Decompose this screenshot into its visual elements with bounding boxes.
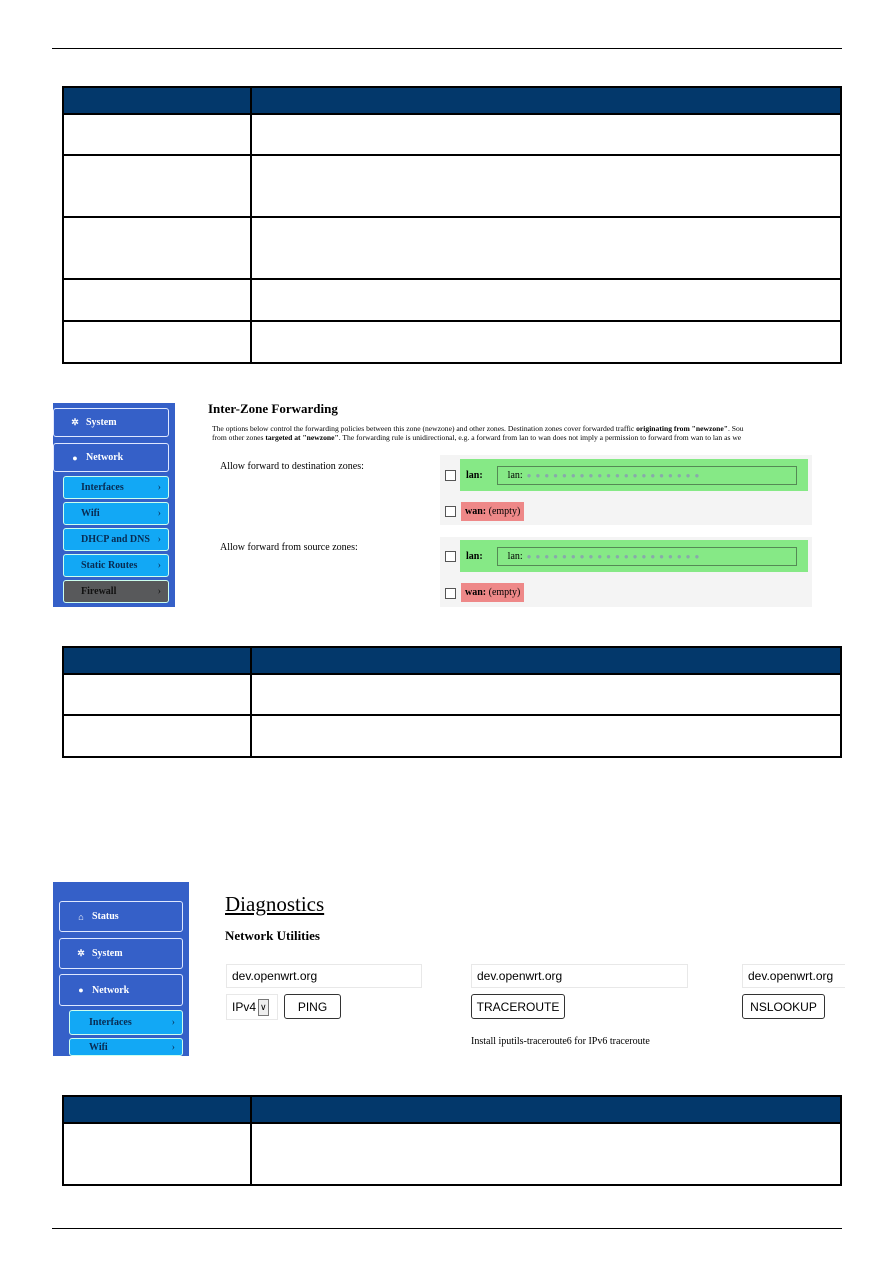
gear-icon: ✲	[77, 948, 85, 958]
chevron-right-icon: ›	[157, 560, 161, 571]
header-cell	[250, 86, 842, 115]
traceroute-host-input[interactable]: dev.openwrt.org	[471, 964, 688, 988]
parameter-table-2	[62, 646, 842, 758]
manual-page: ✲ System ● Network Interfaces › Wifi › DHCP …	[0, 0, 893, 1263]
sidebar-item-system[interactable]: ✲ System	[59, 938, 183, 969]
home-icon: ⌂	[78, 911, 84, 922]
ping-host-input[interactable]: dev.openwrt.org	[226, 964, 422, 988]
table-row	[62, 154, 842, 218]
chevron-right-icon: ›	[157, 534, 161, 545]
sidebar-item-firewall[interactable]: Firewall ›	[63, 580, 169, 603]
sidebar-item-dhcp-dns[interactable]: DHCP and DNS ›	[63, 528, 169, 551]
table-row	[62, 714, 842, 758]
sidebar-item-status[interactable]: ⌂ Status	[59, 901, 183, 932]
dest-zones-label: Allow forward to destination zones:	[220, 461, 364, 472]
gear-icon: ✲	[71, 417, 79, 427]
src-lan-checkbox[interactable]	[445, 551, 456, 562]
parameter-table-3	[62, 1095, 842, 1186]
table-row	[62, 673, 842, 716]
chevron-right-icon: ›	[171, 1017, 175, 1028]
header-cell	[62, 86, 252, 115]
footer-rule	[52, 1228, 842, 1229]
sidebar-item-interfaces[interactable]: Interfaces ›	[63, 476, 169, 499]
table-row	[62, 113, 842, 156]
section-title: Inter-Zone Forwarding	[208, 401, 338, 416]
src-wan-checkbox[interactable]	[445, 588, 456, 599]
globe-icon: ●	[78, 985, 84, 995]
traceroute6-note: Install iputils-traceroute6 for IPv6 tra…	[471, 1036, 650, 1047]
chevron-right-icon: ›	[157, 508, 161, 519]
chevron-right-icon: ›	[171, 1041, 175, 1053]
traceroute-button[interactable]: TRACEROUTE	[471, 994, 565, 1019]
sidebar-item-network[interactable]: ● Network	[53, 443, 169, 472]
page-title: Diagnostics	[225, 892, 325, 916]
src-wan-zone: wan: (empty)	[461, 583, 525, 602]
dest-lan-zone: lan: lan: ●●●●●●●●●●●●●●●●●●●●	[460, 459, 808, 491]
section-title: Network Utilities	[225, 928, 320, 943]
nslookup-host-input[interactable]: dev.openwrt.org	[742, 964, 845, 988]
dest-wan-checkbox[interactable]	[445, 506, 456, 517]
network-icons: ●●●●●●●●●●●●●●●●●●●●	[526, 551, 704, 561]
sidebar-item-wifi[interactable]: Wifi ›	[69, 1038, 183, 1056]
chevron-right-icon: ›	[157, 586, 161, 597]
dest-wan-zone: wan: (empty)	[461, 502, 525, 521]
section-description: The options below control the forwarding…	[212, 424, 744, 442]
ip-version-select[interactable]: IPv4 ∨	[226, 994, 278, 1020]
sidebar-item-system[interactable]: ✲ System	[53, 408, 169, 437]
src-zones-label: Allow forward from source zones:	[220, 542, 358, 553]
sidebar-item-static-routes[interactable]: Static Routes ›	[63, 554, 169, 577]
ping-button[interactable]: PING	[284, 994, 341, 1019]
nslookup-button[interactable]: NSLOOKUP	[742, 994, 825, 1019]
table-row	[62, 278, 842, 322]
sidebar-item-wifi[interactable]: Wifi ›	[63, 502, 169, 525]
chevron-down-icon: ∨	[258, 998, 269, 1016]
sidebar-item-network[interactable]: ● Network	[59, 974, 183, 1006]
globe-icon: ●	[72, 452, 78, 463]
dest-lan-checkbox[interactable]	[445, 470, 456, 481]
sidebar-item-interfaces[interactable]: Interfaces ›	[69, 1010, 183, 1035]
chevron-right-icon: ›	[157, 482, 161, 493]
table-row	[62, 216, 842, 280]
table-row	[62, 320, 842, 364]
network-icons: ●●●●●●●●●●●●●●●●●●●●	[526, 470, 704, 480]
src-lan-zone: lan: lan: ●●●●●●●●●●●●●●●●●●●●	[460, 540, 808, 572]
table-row	[62, 1122, 842, 1186]
parameter-table-1	[62, 86, 842, 364]
header-rule	[52, 48, 842, 49]
